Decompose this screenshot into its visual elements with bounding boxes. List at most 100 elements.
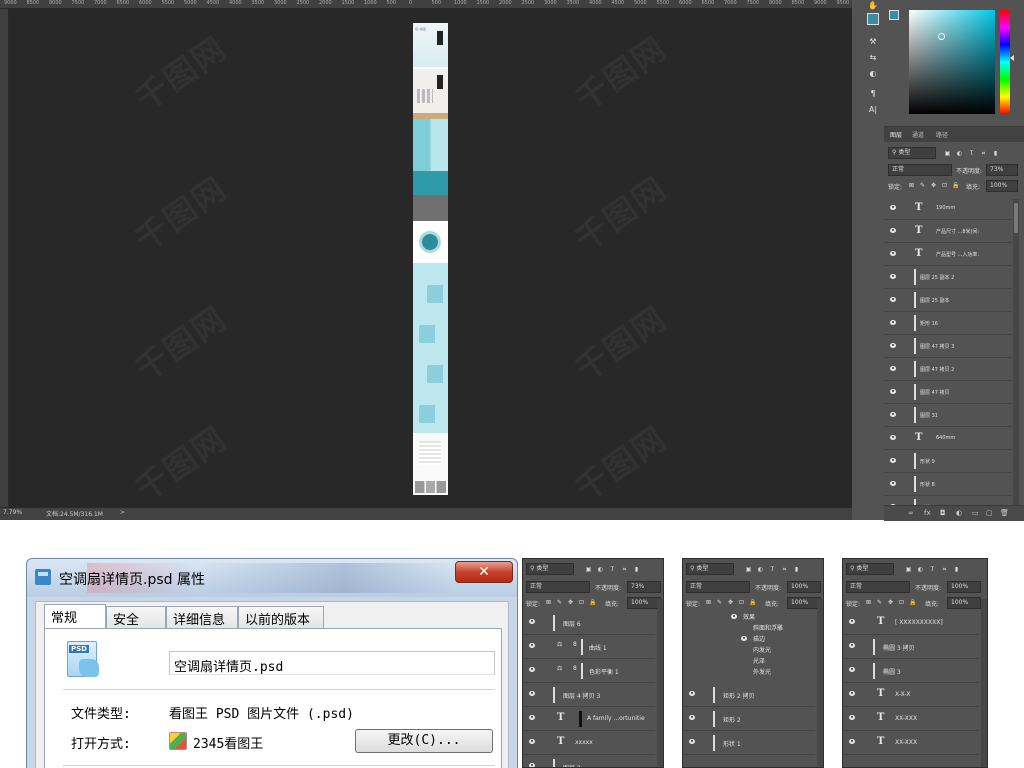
layer-row[interactable]: 图层 25 副本 2 (884, 266, 1012, 289)
layer-filter-select[interactable]: ⚲ 类型 (846, 563, 894, 575)
layer-filter-select[interactable]: ⚲ 类型 (526, 563, 574, 575)
tab-previous-versions[interactable]: 以前的版本 (238, 606, 324, 628)
layer-row[interactable]: 图层 25 副本 (884, 289, 1012, 312)
layer-row[interactable]: 图层 47 拷贝 (884, 381, 1012, 404)
layer-row[interactable]: 图层 47 拷贝 3 (884, 335, 1012, 358)
effect-item[interactable]: 描边 (753, 634, 765, 643)
brush-adjust-icon[interactable]: ⚒ (867, 36, 879, 48)
filter-icon[interactable]: ▮ (633, 566, 640, 573)
visibility-eye-icon[interactable] (890, 251, 896, 256)
visibility-eye-icon[interactable] (890, 320, 896, 325)
visibility-eye-icon[interactable] (849, 691, 855, 696)
visibility-eye-icon[interactable] (529, 739, 535, 744)
layer-filter-select[interactable]: ⚲ 类型 (686, 563, 734, 575)
lock-icon[interactable]: ✥ (887, 599, 894, 606)
layer-row[interactable]: 图层 31 (884, 404, 1012, 427)
visibility-eye-icon[interactable] (890, 481, 896, 486)
filter-icon[interactable]: ▣ (905, 566, 912, 573)
paragraph-icon[interactable]: ¶ (867, 88, 879, 100)
link-layers-icon[interactable]: ∞ (908, 509, 914, 517)
layer-row[interactable]: T XX-XXX (843, 707, 979, 731)
visibility-eye-icon[interactable] (849, 715, 855, 720)
layer-row[interactable]: T X-X-X (843, 683, 979, 707)
filter-icon[interactable]: ⌗ (781, 566, 788, 573)
lock-icon[interactable]: ⊡ (738, 599, 745, 606)
filter-icon[interactable]: ◐ (597, 566, 604, 573)
hue-slider[interactable] (1000, 10, 1010, 114)
settings-icon[interactable]: ⇆ (867, 52, 879, 64)
color-cursor[interactable] (938, 33, 945, 40)
visibility-eye-icon[interactable] (849, 619, 855, 624)
filter-icon[interactable]: ⌗ (621, 566, 628, 573)
visibility-eye-icon[interactable] (890, 435, 896, 440)
adjustment-layer-icon[interactable]: ◐ (956, 509, 962, 517)
layer-row[interactable]: 图层 4 拷贝 3 (523, 683, 655, 707)
layer-row[interactable]: Txxxxx (523, 731, 655, 755)
visibility-eye-icon[interactable] (529, 691, 535, 696)
visibility-eye-icon[interactable] (890, 389, 896, 394)
layer-row[interactable]: 图层 47 拷贝 2 (884, 358, 1012, 381)
close-button[interactable]: ✕ (455, 561, 513, 583)
filter-icon[interactable]: ▮ (953, 566, 960, 573)
layer-row[interactable]: 形状 8 (884, 473, 1012, 496)
foreground-color-swatch[interactable] (889, 10, 899, 20)
visibility-eye-icon[interactable] (529, 667, 535, 672)
layers-scrollbar[interactable] (817, 599, 823, 767)
layer-row[interactable]: ⚖ 8 曲线 1 (523, 635, 655, 659)
layer-row[interactable]: T A family ...ortunitie (523, 707, 655, 731)
lock-icon[interactable]: 🔒 (909, 599, 916, 606)
lock-icon[interactable]: ✥ (567, 599, 574, 606)
visibility-eye-icon[interactable] (890, 366, 896, 371)
visibility-eye-icon[interactable] (689, 739, 695, 744)
opacity-input[interactable]: 100% (947, 581, 981, 593)
visibility-eye-icon[interactable] (890, 297, 896, 302)
visibility-eye-icon[interactable] (849, 739, 855, 744)
effects-header[interactable]: 效果 (743, 612, 755, 621)
effect-item[interactable]: 斜面和浮雕 (753, 623, 783, 632)
blend-mode-select[interactable]: 正常 (526, 581, 590, 593)
visibility-eye-icon[interactable] (529, 619, 535, 624)
saturation-value-field[interactable] (909, 10, 995, 114)
lock-icon[interactable]: 🔒 (749, 599, 756, 606)
layers-scrollbar-thumb[interactable] (1014, 203, 1018, 233)
visibility-eye-icon[interactable] (529, 763, 535, 767)
layer-row[interactable]: 椭圆 3 拷贝 (843, 635, 979, 659)
filename-input[interactable]: 空调扇详情页.psd (169, 651, 495, 675)
tab-details[interactable]: 详细信息 (166, 606, 238, 628)
blend-mode-select[interactable]: 正常 (846, 581, 910, 593)
vertical-ruler[interactable] (0, 9, 9, 507)
visibility-eye-icon[interactable] (890, 274, 896, 279)
layer-row[interactable]: 矩形 16 (884, 312, 1012, 335)
hand-tool-icon[interactable]: ✋ (867, 0, 879, 12)
hue-marker-icon[interactable] (1010, 55, 1014, 61)
layers-scrollbar[interactable] (657, 599, 663, 767)
change-button[interactable]: 更改(C)... (355, 729, 493, 753)
filter-icon[interactable]: ▮ (793, 566, 800, 573)
filter-icon[interactable]: ⌗ (941, 566, 948, 573)
tab-general[interactable]: 常规 (44, 604, 106, 629)
tab-security[interactable]: 安全 (106, 606, 166, 628)
visibility-eye-icon[interactable] (731, 614, 737, 619)
opacity-input[interactable]: 73% (627, 581, 661, 593)
lock-icon[interactable]: ⊠ (705, 599, 712, 606)
layer-row[interactable]: T XX-XXX (843, 731, 979, 755)
lock-icon[interactable]: ✎ (876, 599, 883, 606)
fill-input[interactable]: 100% (627, 597, 661, 609)
horizontal-ruler[interactable]: 9000 8500 8000 7500 7000 6500 6000 5500 5000 4500… (0, 0, 852, 9)
visibility-eye-icon[interactable] (689, 691, 695, 696)
canvas-area[interactable]: 千图网 千图网 千图网 千图网 千图网 千图网 千图网 千图网 色•恒温 (9, 9, 852, 507)
opacity-input[interactable]: 100% (787, 581, 821, 593)
status-arrow-icon[interactable]: > (120, 509, 125, 516)
visibility-eye-icon[interactable] (741, 636, 747, 641)
layer-row[interactable]: T 产品尺寸 ...8米)间: (884, 220, 1012, 243)
layer-row[interactable]: ⚖ 8 色彩平衡 1 (523, 659, 655, 683)
visibility-eye-icon[interactable] (849, 643, 855, 648)
fill-input[interactable]: 100% (947, 597, 981, 609)
lock-icon[interactable]: ✥ (727, 599, 734, 606)
layer-row[interactable]: T 640mm (884, 427, 1012, 450)
new-group-icon[interactable]: ▭ (972, 509, 979, 517)
visibility-eye-icon[interactable] (529, 643, 535, 648)
effect-item[interactable]: 内发光 (753, 645, 771, 654)
layer-row[interactable]: T 产品型号 ...入功率: (884, 243, 1012, 266)
lock-icon[interactable]: 🔒 (589, 599, 596, 606)
